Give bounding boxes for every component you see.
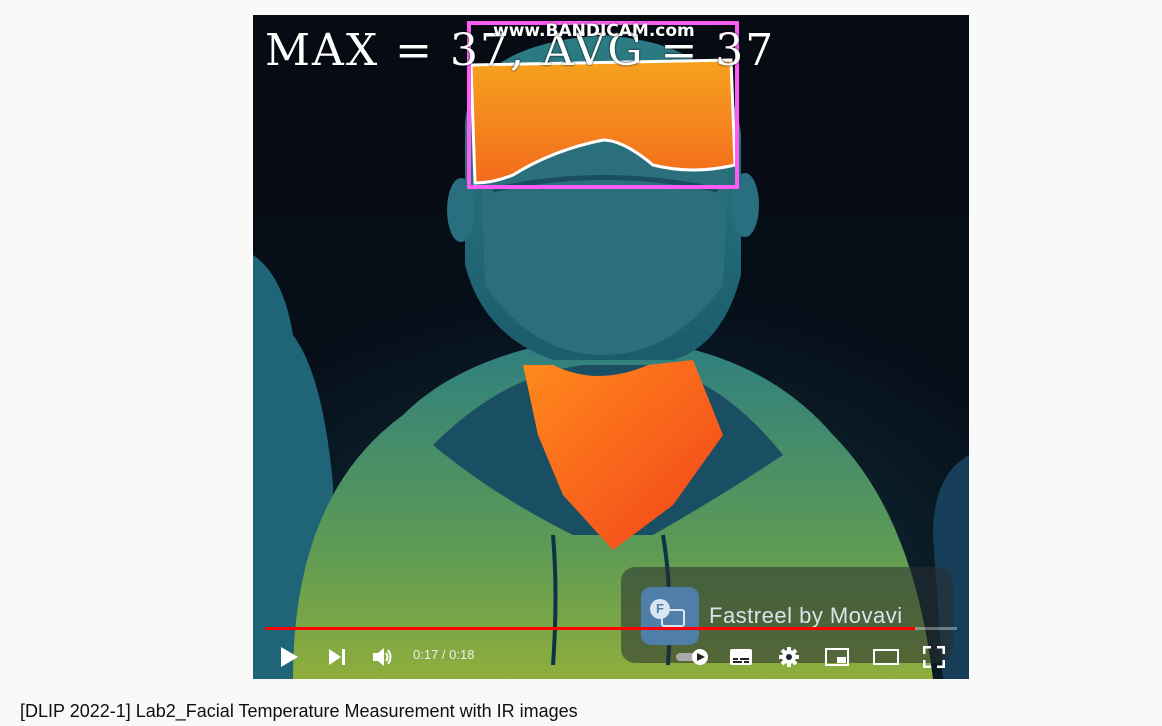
- time-display: 0:17 / 0:18: [413, 647, 475, 662]
- player-controls: 0:17 / 0:18: [253, 635, 969, 679]
- miniplayer-icon: [825, 648, 849, 666]
- volume-button[interactable]: [367, 635, 399, 679]
- settings-icon: [779, 647, 799, 667]
- theater-mode-button[interactable]: [871, 635, 901, 679]
- next-icon: [329, 649, 345, 665]
- progress-fill: [265, 627, 916, 630]
- bandicam-watermark: www.BANDICAM.com: [493, 21, 695, 41]
- subtitles-button[interactable]: [727, 635, 755, 679]
- fastreel-text: Fastreel by Movavi: [709, 603, 903, 628]
- video-player[interactable]: MAX = 37, AVG = 37 www.BANDICAM.com F Fa…: [253, 15, 969, 679]
- play-button[interactable]: [273, 635, 305, 679]
- settings-button[interactable]: [775, 635, 803, 679]
- fullscreen-button[interactable]: [919, 635, 949, 679]
- progress-bar[interactable]: [265, 627, 957, 630]
- fullscreen-icon: [923, 646, 945, 668]
- theater-mode-icon: [873, 649, 899, 665]
- subtitles-icon: [730, 649, 752, 665]
- autoplay-toggle-icon: [676, 649, 708, 665]
- play-icon: [281, 647, 298, 667]
- next-button[interactable]: [321, 635, 353, 679]
- video-title: [DLIP 2022-1] Lab2_Facial Temperature Me…: [20, 701, 578, 721]
- miniplayer-button[interactable]: [823, 635, 851, 679]
- volume-icon: [373, 648, 392, 666]
- autoplay-toggle[interactable]: [673, 635, 713, 679]
